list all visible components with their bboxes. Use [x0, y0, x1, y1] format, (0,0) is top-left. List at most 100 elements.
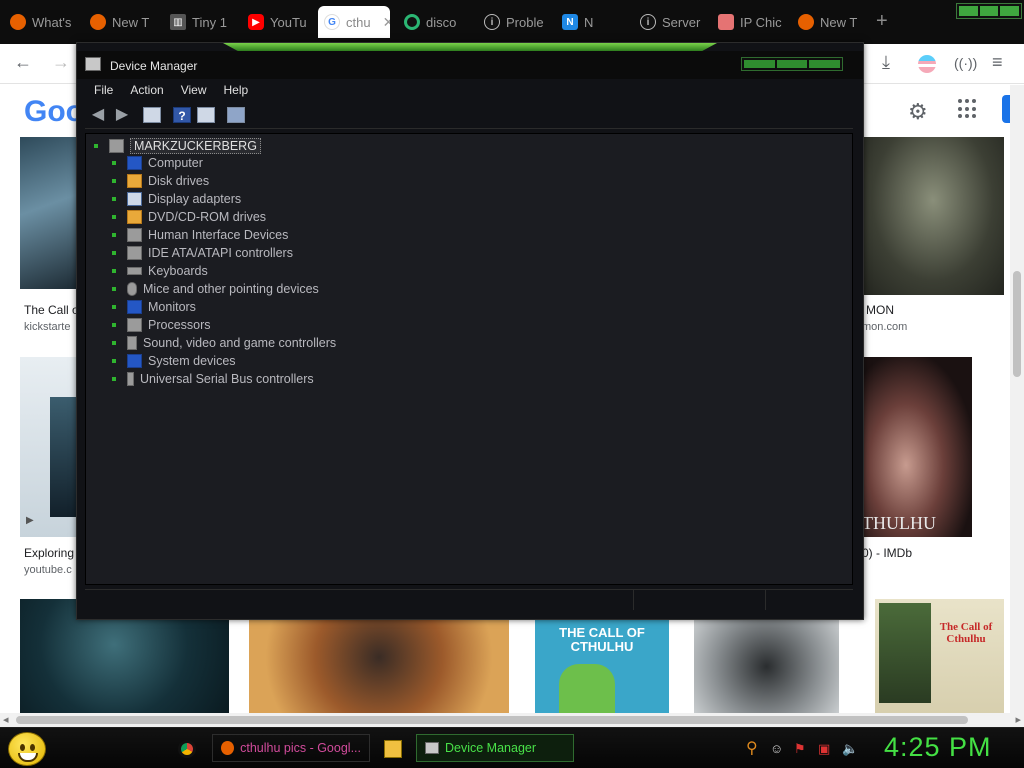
result-image-cthulhu-statue[interactable]: [862, 137, 1004, 295]
result-image-book-vintage[interactable]: The Call of Cthulhu: [875, 599, 1004, 713]
expand-icon[interactable]: [112, 233, 116, 237]
device-manager-titlebar[interactable]: Device Manager: [77, 51, 863, 79]
result-image-ship[interactable]: [20, 137, 80, 289]
browser-tab-active[interactable]: G cthu ✕: [318, 6, 390, 38]
tree-item[interactable]: Universal Serial Bus controllers: [112, 372, 314, 386]
forward-arrow-icon[interactable]: ▶: [113, 106, 131, 123]
back-arrow-icon[interactable]: ◀: [89, 106, 107, 123]
expand-icon[interactable]: [112, 341, 116, 345]
sign-in-button[interactable]: [1002, 95, 1010, 123]
tree-item-label: IDE ATA/ATAPI controllers: [148, 246, 293, 260]
result-caption[interactable]: MON: [866, 303, 894, 317]
scan-hardware-icon[interactable]: [227, 106, 245, 123]
browser-tab[interactable]: i Proble: [478, 6, 556, 38]
expand-icon[interactable]: [112, 251, 116, 255]
settings-gear-icon[interactable]: ⚙: [908, 99, 928, 125]
expand-icon[interactable]: [112, 179, 116, 183]
chrome-icon[interactable]: [178, 740, 196, 758]
hamburger-menu-icon[interactable]: ≡: [992, 52, 1003, 73]
tree-item-label: Processors: [148, 318, 211, 332]
window-controls[interactable]: [741, 57, 843, 71]
expand-icon[interactable]: [112, 215, 116, 219]
result-caption[interactable]: The Call o: [24, 303, 79, 317]
expand-icon[interactable]: [112, 323, 116, 327]
tree-item[interactable]: Keyboards: [112, 264, 208, 278]
result-image-movie-poster[interactable]: THULHU: [862, 357, 972, 537]
tree-item[interactable]: Disk drives: [112, 174, 209, 188]
tree-item[interactable]: Display adapters: [112, 192, 241, 206]
tab-label: Tiny 1: [192, 14, 227, 30]
browser-tab[interactable]: ▥ Tiny 1: [164, 6, 242, 38]
result-source: mon.com: [862, 321, 908, 333]
forward-arrow-icon[interactable]: →: [52, 52, 70, 73]
menu-action[interactable]: Action: [130, 83, 163, 97]
browser-tab[interactable]: i Server: [634, 6, 712, 38]
tree-item[interactable]: Monitors: [112, 300, 196, 314]
extensions-icon[interactable]: ((·)): [954, 55, 977, 71]
back-arrow-icon[interactable]: ←: [14, 52, 32, 73]
messenger-icon[interactable]: ☺: [770, 741, 783, 756]
browser-tab[interactable]: disco: [398, 6, 476, 38]
result-caption[interactable]: 0) - IMDb: [862, 546, 912, 560]
window-controls[interactable]: [956, 3, 1022, 19]
expand-icon[interactable]: [112, 197, 116, 201]
tree-item[interactable]: IDE ATA/ATAPI controllers: [112, 246, 293, 260]
start-button[interactable]: [8, 732, 46, 766]
action-center-flag-icon[interactable]: ⚑: [794, 741, 806, 757]
download-icon[interactable]: ⤓: [882, 52, 890, 73]
scroll-left-icon[interactable]: ◂: [3, 713, 9, 726]
result-image-video[interactable]: ▶: [20, 357, 80, 537]
page-vertical-scrollbar[interactable]: [1010, 85, 1024, 713]
result-image-book-cover[interactable]: THE CALL OF CTHULHU: [535, 620, 669, 713]
help-icon[interactable]: ?: [173, 106, 191, 123]
tree-item[interactable]: Human Interface Devices: [112, 228, 288, 242]
google-apps-grid-icon[interactable]: [958, 99, 978, 119]
properties-icon[interactable]: [197, 106, 215, 123]
show-hide-console-tree-icon[interactable]: [143, 106, 161, 123]
browser-tab[interactable]: New T: [792, 6, 870, 38]
expand-icon[interactable]: [112, 287, 116, 291]
taskbar-button-device-manager[interactable]: Device Manager: [416, 734, 574, 762]
tree-item[interactable]: System devices: [112, 354, 236, 368]
page-horizontal-scrollbar[interactable]: ◂ ▸: [0, 713, 1024, 727]
tree-item[interactable]: Mice and other pointing devices: [112, 282, 319, 296]
tree-item[interactable]: Computer: [112, 156, 203, 170]
expand-icon[interactable]: [112, 269, 116, 273]
result-caption[interactable]: Exploring: [24, 546, 74, 560]
taskbar-button-browser[interactable]: cthulhu pics - Googl...: [212, 734, 370, 762]
close-tab-icon[interactable]: ✕: [383, 14, 390, 31]
tree-item[interactable]: DVD/CD-ROM drives: [112, 210, 266, 224]
expand-icon[interactable]: [94, 144, 98, 148]
menu-file[interactable]: File: [94, 83, 113, 97]
menu-view[interactable]: View: [181, 83, 207, 97]
browser-tab[interactable]: What's: [4, 6, 82, 38]
tree-root-node[interactable]: MARKZUCKERBERG: [94, 138, 261, 154]
volume-icon[interactable]: 🔈: [842, 741, 858, 757]
menu-help[interactable]: Help: [224, 83, 249, 97]
expand-icon[interactable]: [112, 377, 116, 381]
browser-tab[interactable]: ▶ YouTu: [242, 6, 320, 38]
search-icon[interactable]: ⚲: [746, 738, 758, 758]
tree-item[interactable]: Processors: [112, 318, 211, 332]
scroll-right-icon[interactable]: ▸: [1015, 713, 1021, 726]
tree-item[interactable]: Sound, video and game controllers: [112, 336, 336, 350]
play-icon[interactable]: ▶: [26, 515, 34, 526]
expand-icon[interactable]: [112, 305, 116, 309]
browser-tab[interactable]: N N: [556, 6, 634, 38]
taskbar: cthulhu pics - Googl... Device Manager ⚲…: [0, 727, 1024, 768]
menu-bar: File Action View Help: [85, 79, 853, 101]
result-image-cthulhu-gray[interactable]: [694, 620, 839, 713]
profile-avatar-icon[interactable]: [918, 55, 936, 73]
expand-icon[interactable]: [112, 359, 116, 363]
taskbar-clock[interactable]: 4:25 PM: [884, 732, 992, 763]
new-tab-button[interactable]: +: [876, 10, 888, 33]
browser-tab[interactable]: New T: [84, 6, 162, 38]
computer-name[interactable]: MARKZUCKERBERG: [130, 138, 261, 154]
folder-icon[interactable]: [384, 740, 402, 758]
result-image-cthulhu-fire[interactable]: [249, 620, 509, 713]
expand-icon[interactable]: [112, 161, 116, 165]
network-icon[interactable]: ▣: [818, 741, 830, 757]
taskbar-button-label: Device Manager: [445, 741, 537, 755]
browser-tab[interactable]: IP Chic: [712, 6, 792, 38]
firefox-icon: [10, 14, 26, 30]
